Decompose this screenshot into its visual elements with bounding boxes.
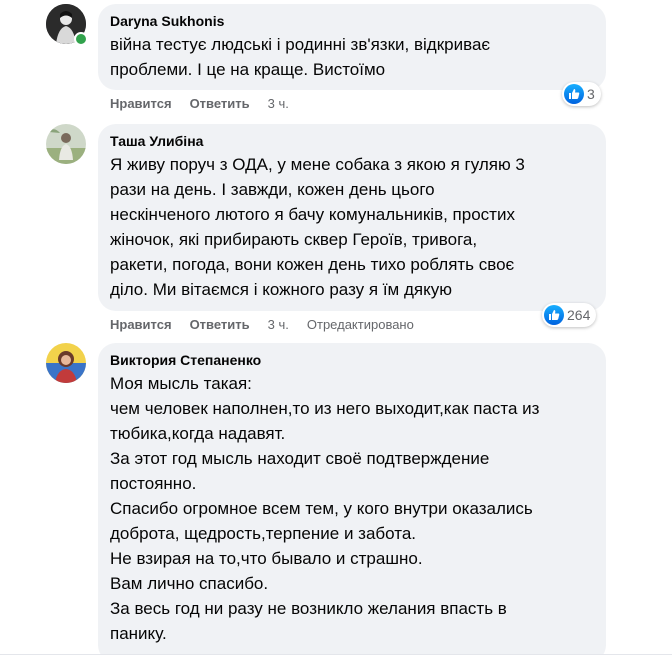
reactions-count: 3	[587, 86, 595, 102]
comment-line: чем человек наполнен,то из него выходит,…	[110, 399, 540, 418]
reactions-badge[interactable]: 3	[562, 82, 601, 106]
comment-line: За этот год мысль находит своё подтвержд…	[110, 449, 490, 468]
comment-bubble: Виктория Степаненко Моя мысль такая: чем…	[98, 343, 606, 663]
avatar-image	[46, 124, 86, 164]
comment-line: ракети, погода, вони кожен день тихо роб…	[110, 255, 515, 274]
reply-button[interactable]: Ответить	[190, 96, 250, 112]
like-icon	[544, 305, 564, 325]
reactions-badge[interactable]: 264	[542, 303, 597, 327]
comment-time[interactable]: 3 ч.	[268, 317, 289, 333]
comment-line: війна тестує людські і родинні зв'язки, …	[110, 35, 491, 54]
comment-bubble: Daryna Sukhonis війна тестує людські і р…	[98, 4, 606, 90]
ukraine-flag-icon	[454, 284, 472, 296]
comment-line: проблеми. І це на краще. Вистоїмо	[110, 60, 386, 79]
avatar[interactable]	[46, 124, 86, 164]
comment-line: За весь год ни разу не возникло желания …	[110, 599, 507, 618]
like-icon	[564, 84, 584, 104]
comment-author[interactable]: Таша Улибіна	[110, 132, 594, 150]
comment-line: Спасибо огромное всем тем, у кого внутри…	[110, 499, 533, 518]
comment-line: панику.	[110, 624, 167, 643]
avatar[interactable]	[46, 343, 86, 383]
comment-line-with-flag: діло. Ми вітаємся і кожного разу я їм дя…	[110, 277, 594, 302]
comment-line: рази на день. І завжди, кожен день цього	[110, 180, 435, 199]
like-button[interactable]: Нравится	[110, 317, 172, 333]
comment-text: Я живу поруч з ОДА, у мене собака з якою…	[110, 152, 594, 302]
comment-line: Не взирая на то,что бывало и страшно.	[110, 549, 423, 568]
comment-line: Я живу поруч з ОДА, у мене собака з якою…	[110, 155, 525, 174]
comment-time[interactable]: 3 ч.	[268, 96, 289, 112]
comment-line: постоянно.	[110, 474, 197, 493]
comment-author[interactable]: Виктория Степаненко	[110, 351, 594, 369]
reactions-count: 264	[567, 307, 591, 323]
comment-line: діло. Ми вітаємся і кожного разу я їм дя…	[110, 280, 452, 299]
comment-line: жіночок, які прибирають сквер Героїв, тр…	[110, 230, 478, 249]
comment-line: Вам лично спасибо.	[110, 574, 269, 593]
comment-text: війна тестує людські і родинні зв'язки, …	[110, 32, 594, 82]
comment-line: тюбика,когда надавят.	[110, 424, 286, 443]
comment-text: Моя мысль такая: чем человек наполнен,то…	[110, 371, 594, 646]
comment-actions: Нравится Ответить 3 ч. Отредактировано	[110, 317, 432, 333]
comment-line: нескінченого лютого я бачу комунальників…	[110, 205, 515, 224]
avatar-image	[46, 343, 86, 383]
comment-bubble: Таша Улибіна Я живу поруч з ОДА, у мене …	[98, 124, 606, 311]
like-button[interactable]: Нравится	[110, 96, 172, 112]
comment-actions: Нравится Ответить 3 ч.	[110, 96, 307, 112]
comment-line: Моя мысль такая:	[110, 374, 252, 393]
edited-label: Отредактировано	[306, 317, 414, 332]
comment-line: доброта, щедрость,терпение и забота.	[110, 524, 416, 543]
comment-author[interactable]: Daryna Sukhonis	[110, 12, 594, 30]
online-status-icon	[74, 32, 88, 46]
reply-button[interactable]: Ответить	[190, 317, 250, 333]
